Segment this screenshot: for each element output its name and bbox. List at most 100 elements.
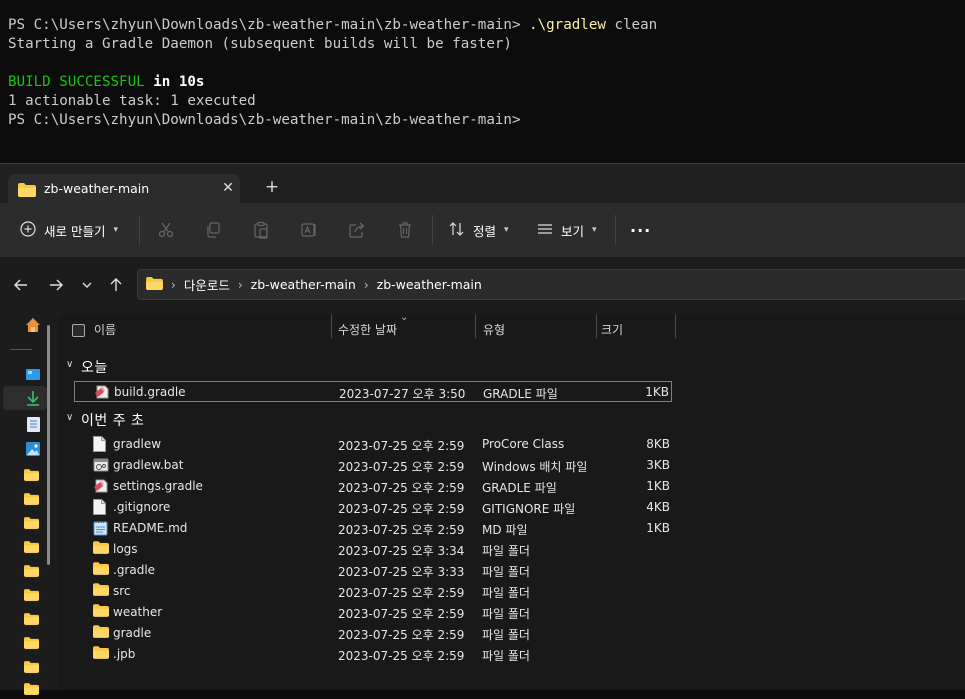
view-label: 보기 [561, 223, 585, 239]
file-date-modified: 2023-07-25 오후 2:59 [338, 628, 465, 642]
file-type: MD 파일 [482, 523, 528, 537]
gradle-file-icon [93, 478, 109, 494]
file-name: .gitignore [113, 500, 171, 514]
folder-icon[interactable] [24, 562, 42, 578]
build-duration: in 10s [144, 74, 205, 90]
breadcrumb-zb-weather-main[interactable]: zb-weather-main [251, 277, 356, 292]
file-row[interactable]: gradlew.bat 2023-07-25 오후 2:59 Windows 배치 … [74, 455, 672, 476]
folder-icon [93, 541, 109, 557]
copy-icon[interactable] [201, 218, 225, 242]
sidebar-item-downloads[interactable] [3, 386, 47, 410]
close-tab-icon[interactable]: ✕ [218, 178, 238, 198]
documents-icon[interactable] [27, 417, 45, 433]
terminal-command: .\gradlew [529, 17, 606, 33]
chevron-down-icon: ▾ [504, 225, 509, 235]
file-date-modified: 2023-07-25 오후 3:34 [338, 544, 465, 558]
folder-icon[interactable] [24, 680, 42, 696]
file-type: GRADLE 파일 [482, 481, 557, 495]
group-label: 오늘 [81, 360, 108, 376]
pictures-icon[interactable] [26, 441, 44, 457]
file-name: .gradle [113, 563, 156, 577]
file-row[interactable]: .gradle 2023-07-25 오후 3:33 파일 폴더 [74, 560, 672, 581]
sort-icon [449, 221, 465, 240]
new-button[interactable]: 새로 만들기 ▾ [20, 217, 118, 243]
sidebar-divider [10, 349, 32, 350]
file-date-modified: 2023-07-25 오후 2:59 [338, 586, 465, 600]
chevron-right-icon[interactable]: › [238, 278, 243, 292]
sidebar-scrollbar[interactable] [47, 325, 50, 565]
select-all-checkbox[interactable] [72, 324, 85, 337]
up-arrow-icon[interactable] [105, 274, 127, 296]
file-row[interactable]: settings.gradle 2023-07-25 오후 2:59 GRADLE … [74, 476, 672, 497]
file-type: 파일 폴더 [482, 586, 530, 600]
address-bar[interactable]: › 다운로드 › zb-weather-main › zb-weather-ma… [137, 269, 965, 300]
file-name: src [113, 584, 131, 598]
file-type: 파일 폴더 [482, 649, 530, 663]
file-row[interactable]: .jpb 2023-07-25 오후 2:59 파일 폴더 [74, 644, 672, 665]
desktop-icon[interactable] [26, 367, 44, 383]
chevron-right-icon[interactable]: › [171, 278, 176, 292]
column-divider[interactable] [331, 314, 332, 338]
file-name: README.md [113, 521, 188, 535]
terminal-line: BUILD SUCCESSFUL in 10s [8, 73, 204, 92]
tab-zb-weather-main[interactable]: zb-weather-main ✕ [8, 174, 240, 205]
folder-icon [93, 625, 109, 641]
rename-icon[interactable] [297, 218, 321, 242]
file-name: gradle [113, 626, 152, 640]
file-type: GRADLE 파일 [483, 387, 558, 401]
folder-icon[interactable] [24, 538, 42, 554]
file-type: 파일 폴더 [482, 628, 530, 642]
file-row[interactable]: .gitignore 2023-07-25 오후 2:59 GITIGNORE 파일… [74, 497, 672, 518]
folder-icon[interactable] [24, 658, 42, 674]
back-arrow-icon[interactable] [10, 274, 32, 296]
file-type: Windows 배치 파일 [482, 460, 588, 474]
file-row[interactable]: gradle 2023-07-25 오후 2:59 파일 폴더 [74, 623, 672, 644]
file-date-modified: 2023-07-25 오후 2:59 [338, 481, 465, 495]
group-header-this-week[interactable]: ∨ 이번 주 초 [58, 409, 358, 431]
tab-bar: zb-weather-main ✕ + [0, 163, 965, 205]
file-row[interactable]: weather 2023-07-25 오후 2:59 파일 폴더 [74, 602, 672, 623]
gradle-file-icon [94, 384, 110, 400]
folder-icon[interactable] [24, 634, 42, 650]
new-button-label: 새로 만들기 [44, 223, 106, 239]
view-button[interactable]: 보기 ▾ [537, 217, 597, 243]
delete-icon[interactable] [393, 218, 417, 242]
column-divider[interactable] [675, 314, 676, 338]
group-header-today[interactable]: ∨ 오늘 [58, 356, 358, 378]
forward-arrow-icon[interactable] [45, 274, 67, 296]
column-header-size[interactable]: 크기 [601, 321, 623, 338]
new-tab-button[interactable]: + [262, 177, 282, 197]
folder-icon [93, 604, 109, 620]
share-icon[interactable] [345, 218, 369, 242]
home-icon[interactable] [25, 317, 43, 333]
paste-icon[interactable] [249, 218, 273, 242]
recent-locations-chevron-icon[interactable] [76, 274, 98, 296]
chevron-down-icon: ∨ [66, 412, 74, 423]
file-type: 파일 폴더 [482, 544, 530, 558]
terminal-line: PS C:\Users\zhyun\Downloads\zb-weather-m… [8, 112, 521, 128]
column-divider[interactable] [596, 314, 597, 338]
folder-icon[interactable] [24, 514, 42, 530]
column-divider[interactable] [475, 314, 476, 338]
file-row[interactable]: README.md 2023-07-25 오후 2:59 MD 파일 1KB [74, 518, 672, 539]
column-header-type[interactable]: 유형 [483, 321, 505, 338]
file-row[interactable]: build.gradle 2023-07-27 오후 3:50 GRADLE 파일 1… [74, 381, 672, 402]
terminal-window[interactable]: PS C:\Users\zhyun\Downloads\zb-weather-m… [0, 0, 965, 163]
column-header-date[interactable]: 수정한 날짜 [338, 321, 397, 338]
breadcrumb-current-folder[interactable]: zb-weather-main [377, 277, 482, 292]
folder-icon[interactable] [24, 610, 42, 626]
terminal-command-arg: clean [605, 17, 658, 33]
folder-icon[interactable] [24, 586, 42, 602]
file-row[interactable]: gradlew 2023-07-25 오후 2:59 ProCore Class 8K… [74, 434, 672, 455]
chevron-right-icon[interactable]: › [364, 278, 369, 292]
file-row[interactable]: logs 2023-07-25 오후 3:34 파일 폴더 [74, 539, 672, 560]
column-header-name[interactable]: 이름 [94, 321, 116, 338]
folder-icon[interactable] [24, 466, 42, 482]
more-options-button[interactable]: ··· [630, 217, 651, 243]
file-row[interactable]: src 2023-07-25 오후 2:59 파일 폴더 [74, 581, 672, 602]
folder-icon [18, 182, 36, 201]
sort-button[interactable]: 정렬 ▾ [449, 217, 509, 243]
breadcrumb-downloads[interactable]: 다운로드 [184, 275, 230, 294]
folder-icon[interactable] [24, 490, 42, 506]
cut-icon[interactable] [154, 218, 178, 242]
